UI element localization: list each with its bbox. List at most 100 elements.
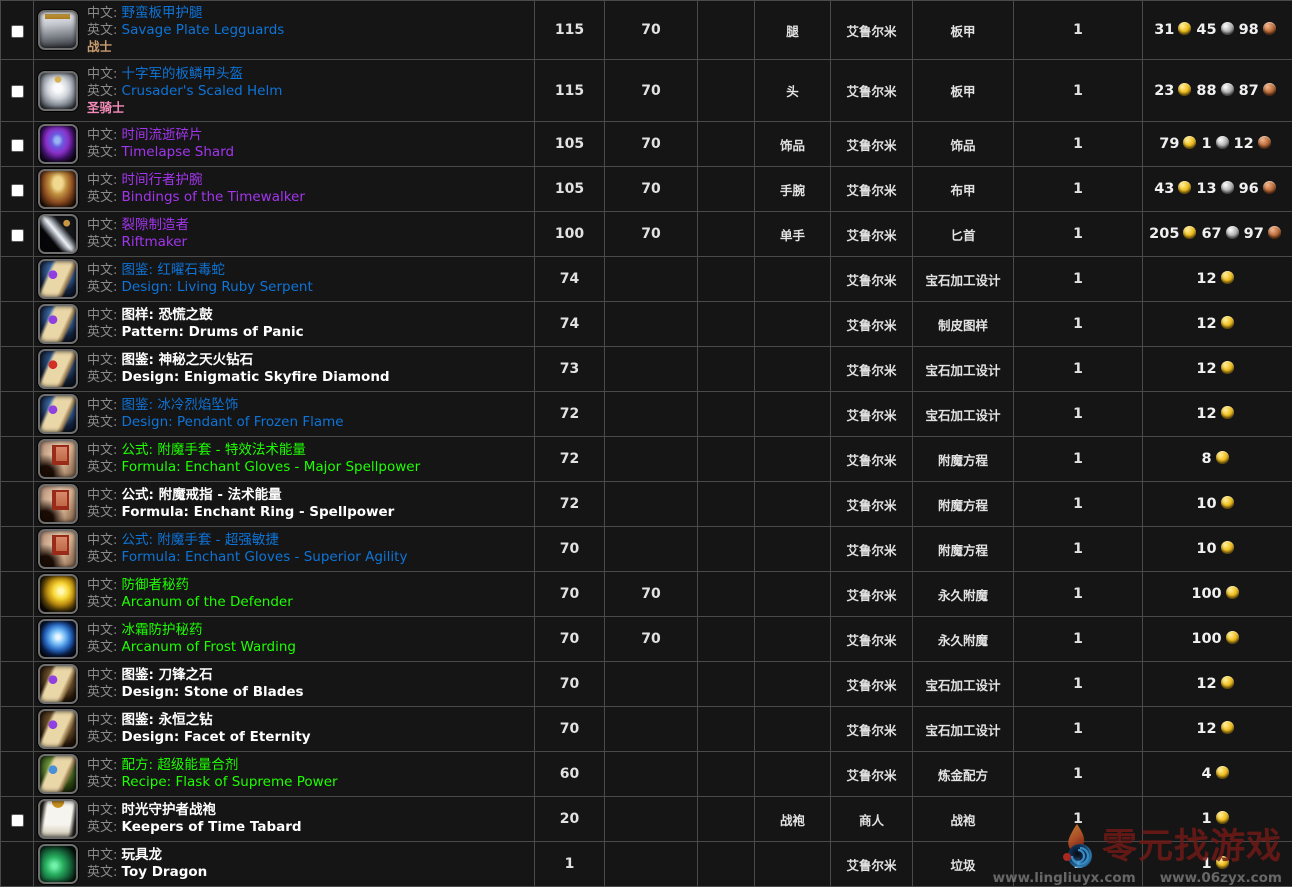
required-level-cell xyxy=(605,482,698,527)
row-checkbox[interactable] xyxy=(11,229,24,242)
quantity-cell: 1 xyxy=(1014,257,1143,302)
slot-cell: 单手 xyxy=(755,212,831,257)
row-checkbox[interactable] xyxy=(11,139,24,152)
gold-amount: 12 xyxy=(1196,316,1216,332)
row-checkbox[interactable] xyxy=(11,85,24,98)
formula-scroll-icon[interactable] xyxy=(38,529,78,569)
cn-label: 中文: xyxy=(87,713,117,728)
item-name-cn[interactable]: 裂隙制造者 xyxy=(122,217,190,233)
source-cell: 艾鲁尔米 xyxy=(831,437,913,482)
design-scroll-blue-icon[interactable] xyxy=(38,259,78,299)
formula-scroll-icon[interactable] xyxy=(38,484,78,524)
item-cell: 中文: 配方: 超级能量合剂 英文: Recipe: Flask of Supr… xyxy=(34,752,535,797)
item-name-cn[interactable]: 公式: 附魔手套 - 特效法术能量 xyxy=(122,442,306,458)
item-name-cn[interactable]: 时光守护者战袍 xyxy=(122,802,217,818)
item-name-cn[interactable]: 野蛮板甲护腿 xyxy=(122,5,203,21)
scaled-helm-icon[interactable] xyxy=(38,71,78,111)
quantity-cell: 1 xyxy=(1014,842,1143,887)
item-name-cn[interactable]: 图鉴: 神秘之天火钻石 xyxy=(122,352,254,368)
gold-amount: 10 xyxy=(1196,541,1216,557)
item-name-en[interactable]: Savage Plate Legguards xyxy=(122,22,285,38)
item-name-en[interactable]: Toy Dragon xyxy=(122,864,208,880)
item-name-en[interactable]: Bindings of the Timewalker xyxy=(122,189,305,205)
item-level-cell: 60 xyxy=(535,752,605,797)
item-name-cn[interactable]: 图鉴: 冰冷烈焰坠饰 xyxy=(122,397,239,413)
item-name-cn[interactable]: 图鉴: 红曜石毒蛇 xyxy=(122,262,225,278)
plate-legguards-icon[interactable] xyxy=(38,10,78,50)
item-type-cell: 匕首 xyxy=(913,212,1014,257)
silver-coin-icon xyxy=(1221,181,1234,194)
timelapse-shard-icon[interactable] xyxy=(38,124,78,164)
price-cell: 10 xyxy=(1143,482,1292,527)
item-name-cn[interactable]: 图鉴: 永恒之钻 xyxy=(122,712,213,728)
item-name-en[interactable]: Riftmaker xyxy=(122,234,188,250)
gold-amount: 12 xyxy=(1196,406,1216,422)
formula-scroll-icon[interactable] xyxy=(38,439,78,479)
gold-amount: 4 xyxy=(1201,766,1211,782)
item-name-en[interactable]: Crusader's Scaled Helm xyxy=(122,83,283,99)
item-name-en[interactable]: Recipe: Flask of Supreme Power xyxy=(122,774,338,790)
timewalker-bindings-icon[interactable] xyxy=(38,169,78,209)
recipe-scroll-green-icon[interactable] xyxy=(38,754,78,794)
gold-amount: 12 xyxy=(1196,361,1216,377)
item-level-cell: 105 xyxy=(535,122,605,167)
item-name-cn[interactable]: 十字军的板鳞甲头盔 xyxy=(122,66,244,82)
item-name-en[interactable]: Design: Stone of Blades xyxy=(122,684,304,700)
toy-dragon-icon[interactable] xyxy=(38,844,78,884)
item-name-en[interactable]: Formula: Enchant Ring - Spellpower xyxy=(122,504,395,520)
item-type-cell: 垃圾 xyxy=(913,842,1014,887)
arcanum-defender-icon[interactable] xyxy=(38,574,78,614)
design-scroll-tan-icon[interactable] xyxy=(38,709,78,749)
item-name-cn[interactable]: 图鉴: 刀锋之石 xyxy=(122,667,213,683)
item-name-cn[interactable]: 公式: 附魔戒指 - 法术能量 xyxy=(122,487,282,503)
design-scroll-red-icon[interactable] xyxy=(38,349,78,389)
item-name-en[interactable]: Keepers of Time Tabard xyxy=(122,819,302,835)
price-cell: 12 xyxy=(1143,707,1292,752)
item-name-en[interactable]: Design: Enigmatic Skyfire Diamond xyxy=(122,369,390,385)
item-name-cn[interactable]: 玩具龙 xyxy=(122,847,163,863)
gold-coin-icon xyxy=(1183,136,1196,149)
side-cell xyxy=(698,617,755,662)
item-name-cn[interactable]: 防御者秘药 xyxy=(122,577,190,593)
table-row: 中文: 配方: 超级能量合剂 英文: Recipe: Flask of Supr… xyxy=(1,752,1292,797)
item-name-cn[interactable]: 冰霜防护秘药 xyxy=(122,622,203,638)
item-name-en[interactable]: Formula: Enchant Gloves - Major Spellpow… xyxy=(122,459,421,475)
item-name-cn[interactable]: 配方: 超级能量合剂 xyxy=(122,757,239,773)
item-name-cn[interactable]: 时间行者护腕 xyxy=(122,172,203,188)
source-cell: 艾鲁尔米 xyxy=(831,572,913,617)
item-name-cn[interactable]: 时间流逝碎片 xyxy=(122,127,203,143)
slot-cell xyxy=(755,572,831,617)
quantity-cell: 1 xyxy=(1014,527,1143,572)
slot-cell xyxy=(755,842,831,887)
design-scroll-blue-icon[interactable] xyxy=(38,304,78,344)
item-name-en[interactable]: Arcanum of Frost Warding xyxy=(122,639,296,655)
tabard-icon[interactable] xyxy=(38,799,78,839)
item-name-en[interactable]: Pattern: Drums of Panic xyxy=(122,324,304,340)
source-cell: 艾鲁尔米 xyxy=(831,347,913,392)
item-level-cell: 20 xyxy=(535,797,605,842)
riftmaker-dagger-icon[interactable] xyxy=(38,214,78,254)
gold-amount: 100 xyxy=(1191,586,1221,602)
row-checkbox[interactable] xyxy=(11,25,24,38)
item-name-en[interactable]: Design: Facet of Eternity xyxy=(122,729,311,745)
design-scroll-tan-icon[interactable] xyxy=(38,664,78,704)
item-name-en[interactable]: Design: Pendant of Frozen Flame xyxy=(122,414,344,430)
item-name-en[interactable]: Design: Living Ruby Serpent xyxy=(122,279,313,295)
item-level-cell: 115 xyxy=(535,60,605,122)
design-scroll-blue-icon[interactable] xyxy=(38,394,78,434)
en-label: 英文: xyxy=(87,235,117,250)
slot-cell xyxy=(755,437,831,482)
item-name-cn[interactable]: 图样: 恐慌之鼓 xyxy=(122,307,213,323)
row-checkbox[interactable] xyxy=(11,814,24,827)
item-name-en[interactable]: Timelapse Shard xyxy=(122,144,235,160)
source-cell: 艾鲁尔米 xyxy=(831,842,913,887)
arcanum-frost-icon[interactable] xyxy=(38,619,78,659)
item-name-en[interactable]: Arcanum of the Defender xyxy=(122,594,293,610)
row-checkbox[interactable] xyxy=(11,184,24,197)
item-type-cell: 板甲 xyxy=(913,60,1014,122)
item-name-en[interactable]: Formula: Enchant Gloves - Superior Agili… xyxy=(122,549,408,565)
quantity-cell: 1 xyxy=(1014,797,1143,842)
item-name-cn[interactable]: 公式: 附魔手套 - 超强敏捷 xyxy=(122,532,279,548)
required-level-cell: 70 xyxy=(605,212,698,257)
item-cell: 中文: 时间流逝碎片 英文: Timelapse Shard xyxy=(34,122,535,167)
